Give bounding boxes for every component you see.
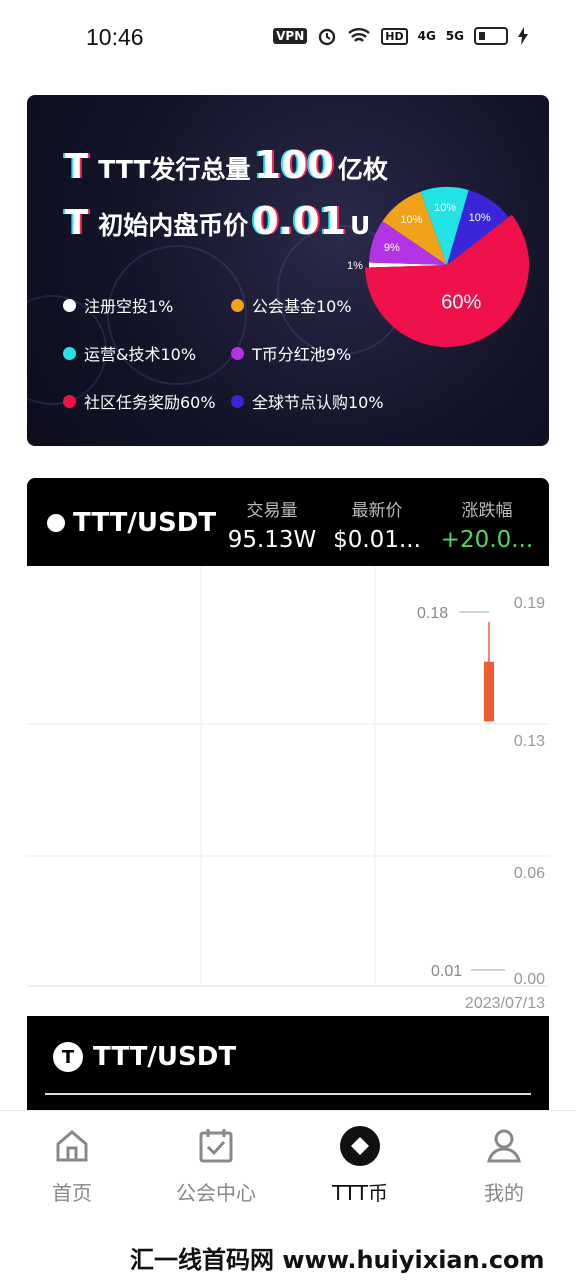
alarm-icon (319, 28, 336, 46)
wifi-icon (348, 28, 371, 42)
banner-line-supply: T TTT发行总量 100 亿枚 (65, 143, 388, 187)
pie-slice-label: 60% (441, 292, 481, 314)
pie-slice-label: 9% (384, 242, 400, 254)
t-logo-icon: T (65, 203, 89, 243)
high-label: 0.18 (417, 605, 448, 622)
stat-change: 涨跌幅 +20.0... (440, 501, 534, 553)
status-bar: 10:46 VPN HD 4G 5G (0, 0, 576, 72)
tab-mine[interactable]: 我的 (432, 1121, 576, 1206)
legend-item: 全球节点认购10% (231, 389, 384, 413)
price-chart[interactable]: 0.19 0.13 0.06 0.00 0.18 0.01 2023/07/13 (27, 566, 549, 1016)
low-label: 0.01 (431, 963, 462, 980)
candlestick-chart: 0.19 0.13 0.06 0.00 0.18 0.01 2023/07/13 (27, 566, 549, 1012)
t-logo-icon: T (65, 147, 89, 187)
legend-dot (231, 346, 244, 360)
y-tick-label: 0.19 (514, 595, 545, 612)
home-icon (56, 1130, 88, 1162)
clock: 10:46 (86, 24, 144, 50)
y-tick-label: 0.00 (514, 971, 545, 988)
distribution-pie-chart: 1% 9% 10% 10% 10% 60% (347, 187, 529, 347)
vpn-icon: VPN (273, 28, 308, 44)
legend-dot (63, 298, 76, 312)
legend-item: 公会基金10% (231, 293, 352, 317)
market-card[interactable]: TTT/USDT 交易量 95.13W 最新价 $0.01... 涨跌幅 +20… (27, 478, 549, 1118)
pie-slice-label: 10% (400, 214, 422, 226)
calendar-check-icon (199, 1129, 233, 1163)
pair-dot-icon (47, 514, 65, 532)
legend-dot (63, 394, 76, 408)
legend-dot (231, 298, 244, 312)
y-tick-label: 0.13 (514, 733, 545, 750)
y-tick-label: 0.06 (514, 865, 545, 882)
status-icons: VPN HD 4G 5G (273, 26, 528, 46)
candle-body (484, 661, 494, 722)
footer-pair: T TTT/USDT (53, 1042, 236, 1072)
divider (45, 1093, 531, 1095)
token-distribution-banner[interactable]: T TTT发行总量 100 亿枚 T 初始内盘币价 0.01 U 注册空投1% … (27, 95, 549, 446)
market-header: TTT/USDT 交易量 95.13W 最新价 $0.01... 涨跌幅 +20… (27, 478, 549, 566)
watermark: 汇一线首码网 www.huiyixian.com (130, 1246, 545, 1274)
legend-item: T币分红池9% (231, 341, 351, 365)
pie-slice-label: 10% (469, 212, 491, 224)
legend-dot (63, 346, 76, 360)
legend-item: 社区任务奖励60% (63, 389, 216, 413)
battery-icon (474, 27, 508, 45)
bottom-tab-bar: 首页 公会中心 TTT币 我的 (0, 1110, 576, 1220)
stat-volume: 交易量 95.13W (227, 501, 317, 553)
tab-home[interactable]: 首页 (0, 1121, 144, 1206)
market-footer: T TTT/USDT (27, 1016, 549, 1118)
pair-title: TTT/USDT (47, 508, 216, 538)
charging-icon (518, 27, 528, 45)
banner-line-price: T 初始内盘币价 0.01 U (65, 199, 371, 243)
signal-5g-icon: 5G (445, 29, 464, 43)
signal-4g-icon: 4G (417, 29, 436, 43)
user-icon (487, 1129, 521, 1163)
pie-slice-label: 10% (434, 202, 456, 214)
t-coin-icon: T (53, 1042, 83, 1072)
date-label: 2023/07/13 (465, 995, 545, 1012)
coin-icon (340, 1126, 380, 1166)
pie-slice-label: 1% (347, 260, 363, 272)
hd-icon: HD (381, 27, 408, 45)
legend-item: 注册空投1% (63, 293, 173, 317)
legend-dot (231, 394, 244, 408)
tab-ttt-coin[interactable]: TTT币 (288, 1121, 432, 1206)
tab-guild-center[interactable]: 公会中心 (144, 1121, 288, 1206)
stat-last-price: 最新价 $0.01... (333, 501, 421, 553)
legend-item: 运营&技术10% (63, 341, 196, 365)
